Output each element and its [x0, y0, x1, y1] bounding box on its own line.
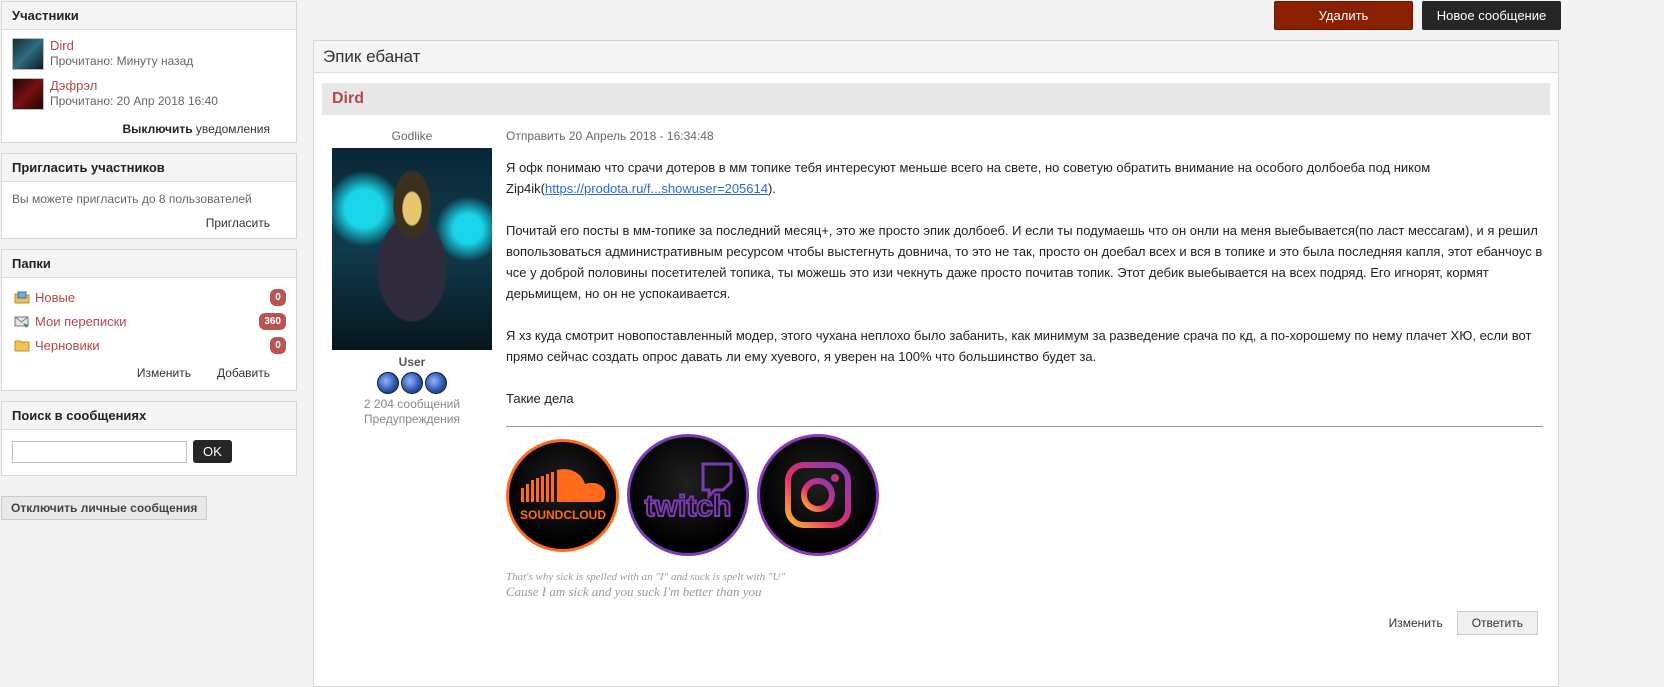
notif-rest: уведомления — [192, 122, 270, 136]
reply-button[interactable]: Ответить — [1456, 611, 1538, 635]
paragraph-text: ). — [767, 181, 776, 196]
post-paragraph: Я офк понимаю что срачи дотеров в мм топ… — [506, 157, 1543, 199]
member-item: Dird Прочитано: Минуту назад — [12, 38, 286, 70]
post-paragraph: Я хз куда смотрит новопоставленный модер… — [506, 328, 1532, 364]
search-title: Поиск в сообщениях — [2, 402, 296, 430]
author-info: Godlike User 2 204 сообщений Предупрежде… — [332, 129, 492, 427]
twitch-label: twitch — [645, 490, 732, 523]
edit-folders-link[interactable]: Изменить — [137, 366, 191, 380]
participants-panel: Участники Dird Прочитано: Минуту назад Д… — [1, 1, 297, 143]
folders-panel: Папки Новые 0 Мои переписки 360 Черновик… — [1, 249, 297, 391]
folder-name[interactable]: Новые — [35, 290, 270, 305]
inbox-folder-icon — [14, 291, 30, 304]
medal-icon — [425, 372, 447, 394]
soundcloud-label: SOUNDCLOUD — [520, 508, 606, 522]
avatar[interactable] — [12, 38, 44, 70]
folder-name[interactable]: Мои переписки — [35, 314, 259, 329]
member-read-status: Прочитано: Минуту назад — [50, 54, 194, 68]
count-badge: 360 — [259, 312, 286, 330]
instagram-logo[interactable] — [757, 434, 879, 556]
post-paragraph: Такие дела — [506, 391, 574, 406]
avatar[interactable] — [12, 78, 44, 110]
post-actions: Изменить Ответить — [1389, 611, 1538, 635]
post-body: Отправить 20 Апрель 2018 - 16:34:48 Я оф… — [506, 129, 1543, 600]
sidebar: Участники Dird Прочитано: Минуту назад Д… — [1, 1, 297, 520]
member-name-link[interactable]: Дэфрэл — [50, 78, 218, 93]
participants-title: Участники — [2, 2, 296, 30]
member-name-link[interactable]: Dird — [50, 38, 193, 53]
invite-text: Вы можете пригласить до 8 пользователей — [12, 192, 252, 206]
folder-item[interactable]: Новые 0 — [12, 288, 286, 306]
medal-icon — [377, 372, 399, 394]
folders-title: Папки — [2, 250, 296, 278]
search-input[interactable] — [12, 440, 187, 463]
signature-socials: SOUNDCLOUD twitch — [506, 434, 1543, 556]
topic-title: Эпик ебанат — [314, 41, 1558, 73]
topic-panel: Эпик ебанат Dird Godlike User 2 204 сооб… — [313, 40, 1559, 687]
invite-title: Пригласить участников — [2, 154, 296, 182]
count-badge: 0 — [270, 336, 286, 354]
post-paragraph: Почитай его посты в мм-топике за последн… — [506, 223, 1543, 301]
profile-link[interactable]: https://prodota.ru/f...showuser=205614 — [545, 181, 768, 196]
post-author-header[interactable]: Dird — [322, 83, 1550, 115]
disable-pm-button[interactable]: Отключить личные сообщения — [1, 496, 208, 520]
signature-divider — [506, 426, 1543, 427]
folder-icon — [14, 339, 30, 352]
add-folder-link[interactable]: Добавить — [217, 366, 270, 380]
mail-folder-icon — [14, 315, 30, 328]
folder-name[interactable]: Черновики — [35, 338, 270, 353]
author-role: User — [398, 355, 426, 369]
post-count: 2 204 сообщений — [363, 397, 461, 411]
search-panel: Поиск в сообщениях OK — [1, 401, 297, 476]
new-message-button[interactable]: Новое сообщение — [1422, 1, 1561, 30]
invite-link[interactable]: Пригласить — [206, 216, 270, 230]
post-date: Отправить 20 Апрель 2018 - 16:34:48 — [506, 129, 714, 143]
folder-item[interactable]: Мои переписки 360 — [12, 312, 286, 330]
signature-line-1: That's why sick is spelled with an "I" a… — [506, 571, 786, 583]
warnings-link[interactable]: Предупреждения — [332, 412, 492, 427]
invite-panel: Пригласить участников Вы можете пригласи… — [1, 153, 297, 239]
twitch-logo[interactable]: twitch — [627, 434, 749, 556]
avatar[interactable] — [332, 148, 492, 350]
member-item: Дэфрэл Прочитано: 20 Апр 2018 16:40 — [12, 78, 286, 110]
notifications-toggle[interactable]: Выключить уведомления — [12, 118, 286, 136]
folder-item[interactable]: Черновики 0 — [12, 336, 286, 354]
delete-button[interactable]: Удалить — [1274, 1, 1413, 30]
search-ok-button[interactable]: OK — [193, 440, 232, 463]
signature-line-2: Cause I am sick and you suck I'm better … — [506, 584, 762, 599]
notif-bold: Выключить — [122, 122, 193, 136]
member-read-status: Прочитано: 20 Апр 2018 16:40 — [50, 94, 218, 108]
count-badge: 0 — [270, 288, 286, 306]
medals — [332, 372, 492, 394]
soundcloud-logo[interactable]: SOUNDCLOUD — [506, 439, 619, 552]
author-rank: Godlike — [391, 129, 433, 143]
medal-icon — [401, 372, 423, 394]
edit-post-link[interactable]: Изменить — [1389, 616, 1443, 630]
